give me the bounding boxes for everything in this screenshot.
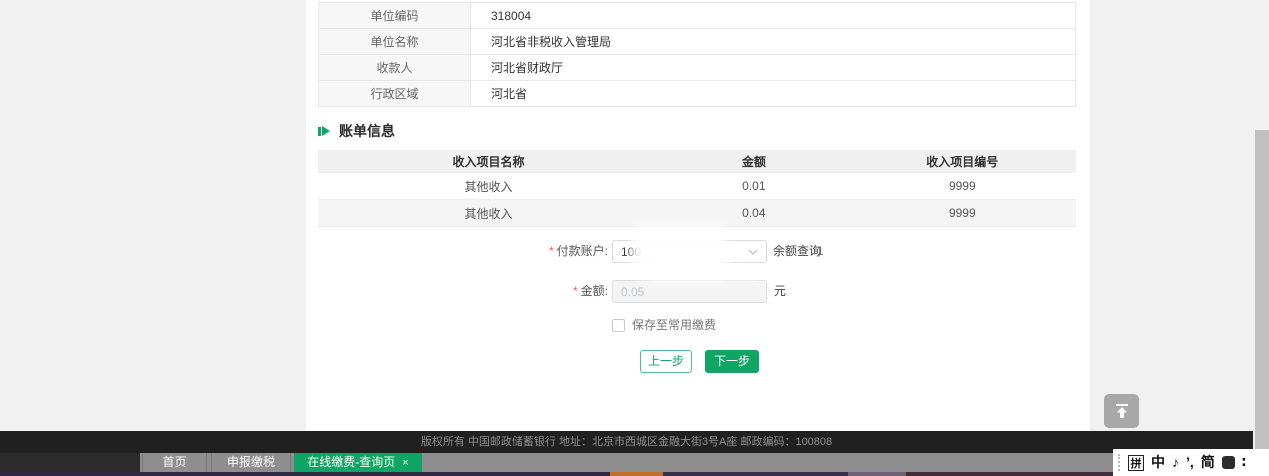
- bill-section-header: 账单信息: [318, 123, 395, 139]
- back-to-top-button[interactable]: [1104, 394, 1139, 428]
- desktop-strip: [610, 472, 663, 476]
- unit-info-table: 单位编码 318004 单位名称 河北省非税收入管理局 收款人 河北省财政厅 行…: [318, 2, 1076, 107]
- required-asterisk: *: [573, 284, 578, 298]
- ime-chinese-mode-icon[interactable]: 中: [1151, 449, 1165, 476]
- amount-value: 0.05: [621, 285, 644, 299]
- close-icon[interactable]: ×: [402, 457, 408, 469]
- redaction-blur: [823, 240, 869, 261]
- bill-table-header: 收入项目名称 金额 收入项目编号: [318, 150, 1076, 173]
- payer-account-label: *付款账户:: [440, 240, 608, 263]
- ime-halfwidth-icon[interactable]: ♪: [1172, 449, 1179, 476]
- tab-home[interactable]: 首页: [142, 453, 207, 472]
- ime-punctuation-icon[interactable]: ’,: [1186, 449, 1194, 476]
- amount-label: *金额:: [440, 280, 608, 303]
- content-panel: 单位编码 318004 单位名称 河北省非税收入管理局 收款人 河北省财政厅 行…: [306, 0, 1090, 431]
- desktop-strip: [848, 472, 906, 476]
- table-row: 单位编码 318004: [319, 3, 1075, 29]
- bill-item-code: 9999: [849, 173, 1076, 199]
- unit-name-label: 单位名称: [319, 29, 471, 54]
- required-asterisk: *: [549, 244, 554, 258]
- tab-online-payment-query[interactable]: 在线缴费-查询页 ×: [294, 453, 422, 472]
- save-to-frequent-label: 保存至常用缴费: [632, 318, 716, 332]
- ime-menu-icon[interactable]: ∶: [1242, 449, 1246, 476]
- table-row: 其他收入 0.04 9999: [318, 200, 1076, 227]
- table-row: 行政区域 河北省: [319, 81, 1075, 107]
- amount-input[interactable]: 0.05: [612, 280, 767, 303]
- tab-label: 在线缴费-查询页: [307, 455, 395, 469]
- next-step-button[interactable]: 下一步: [705, 350, 759, 373]
- bill-item-amount: 0.04: [659, 200, 849, 226]
- desktop-strip: [0, 472, 610, 476]
- table-row: 收款人 河北省财政厅: [319, 55, 1075, 81]
- table-row: 单位名称 河北省非税收入管理局: [319, 29, 1075, 55]
- desktop-strip: [663, 472, 848, 476]
- arrow-up-to-line-icon: [1113, 402, 1131, 420]
- col-header-item-name: 收入项目名称: [318, 150, 659, 173]
- redaction-blur: [646, 267, 764, 280]
- bill-table: 收入项目名称 金额 收入项目编号 其他收入 0.01 9999 其他收入 0.0…: [318, 150, 1076, 227]
- bill-item-name: 其他收入: [318, 200, 659, 226]
- ime-simplified-icon[interactable]: 简: [1201, 449, 1215, 476]
- save-to-frequent-checkbox[interactable]: [612, 319, 625, 332]
- ime-pinyin-icon[interactable]: 拼: [1128, 455, 1144, 471]
- scrollbar-track[interactable]: [1253, 0, 1269, 452]
- balance-query-link[interactable]: 余额查询: [773, 240, 821, 263]
- tab-declare-tax[interactable]: 申报缴税: [211, 453, 291, 472]
- unit-code-label: 单位编码: [319, 3, 471, 28]
- ime-toolbar: 拼 中 ♪ ’, 简 ∶: [1113, 449, 1269, 476]
- copyright-footer: 版权所有 中国邮政储蓄银行 地址：北京市西城区金融大街3号A座 邮政编码：100…: [0, 431, 1253, 453]
- col-header-item-code: 收入项目编号: [849, 150, 1076, 173]
- unit-code-value: 318004: [471, 3, 1075, 28]
- previous-step-button[interactable]: 上一步: [640, 350, 692, 373]
- table-row: 其他收入 0.01 9999: [318, 173, 1076, 200]
- amount-unit: 元: [774, 280, 786, 303]
- scrollbar-thumb[interactable]: [1255, 130, 1269, 452]
- bill-item-code: 9999: [849, 200, 1076, 226]
- ime-toolbox-icon[interactable]: [1222, 456, 1235, 469]
- bill-item-amount: 0.01: [659, 173, 849, 199]
- unit-name-value: 河北省非税收入管理局: [471, 29, 1075, 54]
- region-label: 行政区域: [319, 81, 471, 106]
- col-header-amount: 金额: [659, 150, 849, 173]
- payee-value: 河北省财政厅: [471, 55, 1075, 80]
- region-value: 河北省: [471, 81, 1075, 106]
- bottom-tab-bar: 首页 申报缴税 在线缴费-查询页 ×: [0, 453, 1269, 472]
- chevron-down-icon: [748, 249, 758, 255]
- green-arrow-icon: [318, 126, 330, 136]
- payee-label: 收款人: [319, 55, 471, 80]
- section-title-text: 账单信息: [339, 121, 395, 141]
- bill-item-name: 其他收入: [318, 173, 659, 199]
- ime-drag-handle[interactable]: [1118, 454, 1121, 471]
